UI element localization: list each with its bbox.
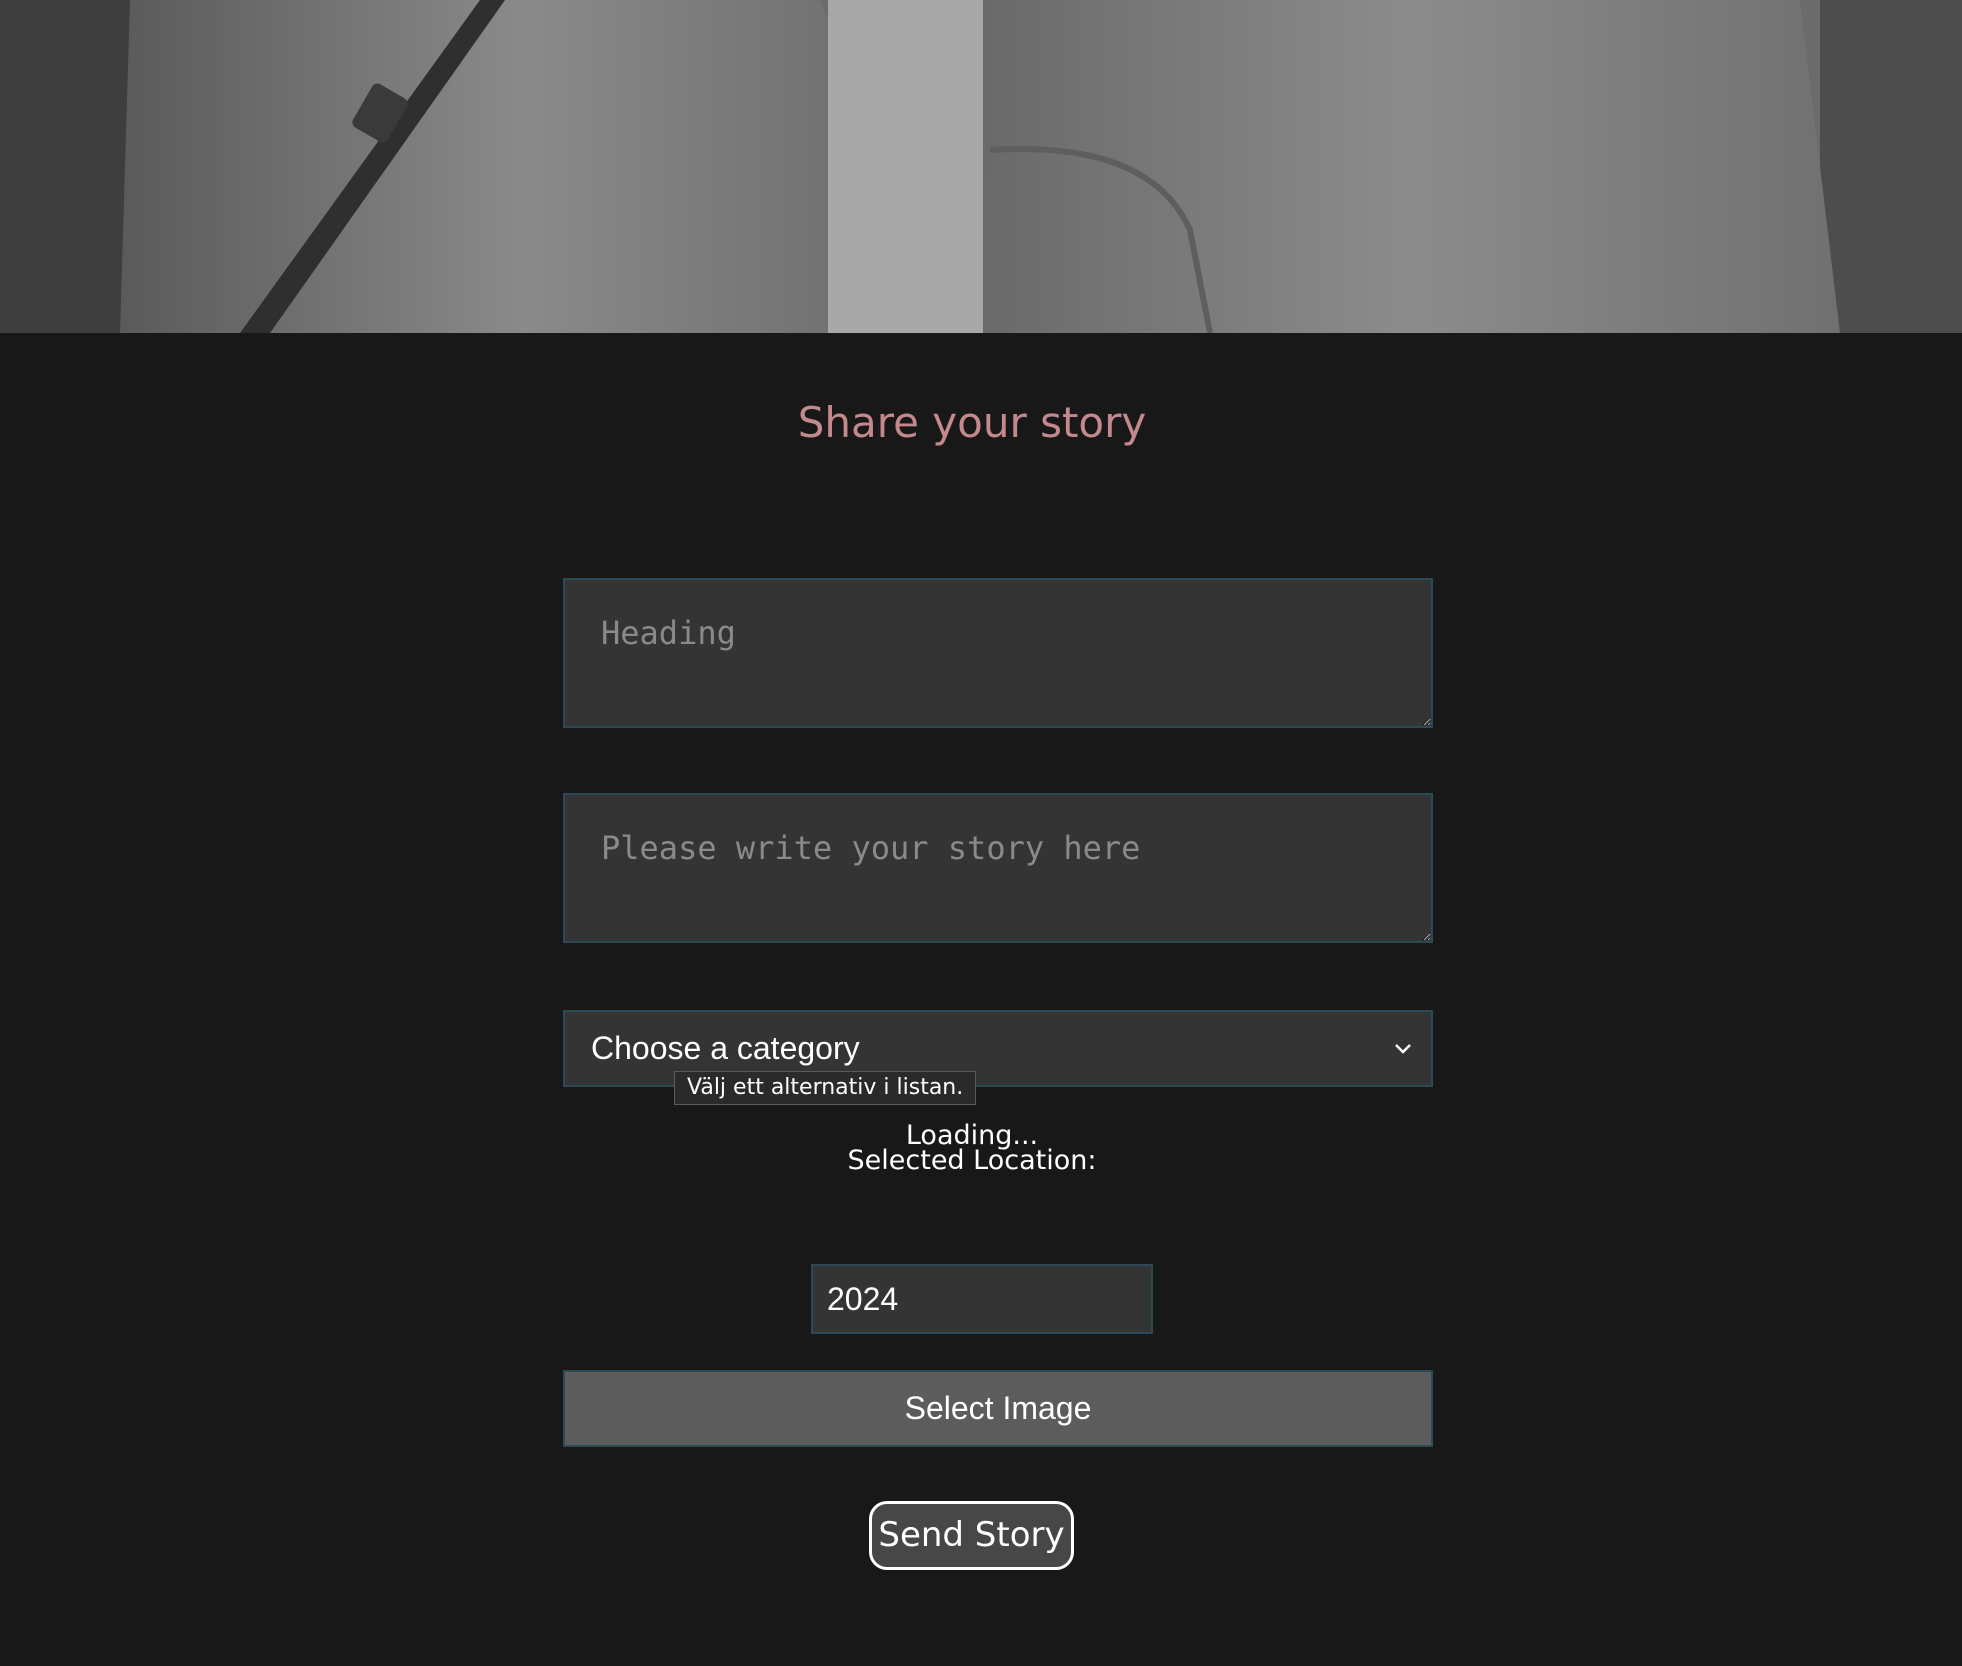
send-story-button[interactable]: Send Story [869,1501,1074,1570]
select-image-button[interactable]: Select Image [563,1370,1433,1447]
validation-tooltip: Välj ett alternativ i listan. [674,1071,977,1105]
category-select-value: Choose a category [591,1030,860,1066]
hero-photo-illustration [0,0,1962,333]
story-textarea[interactable] [563,793,1433,943]
form-section [0,333,1962,1666]
page-title: Share your story [797,398,1147,447]
hero-photo [0,0,1962,333]
selected-location-label: Selected Location: [847,1145,1097,1176]
year-input[interactable] [811,1264,1153,1334]
chevron-down-icon [1395,1044,1411,1054]
heading-field[interactable] [563,578,1433,728]
